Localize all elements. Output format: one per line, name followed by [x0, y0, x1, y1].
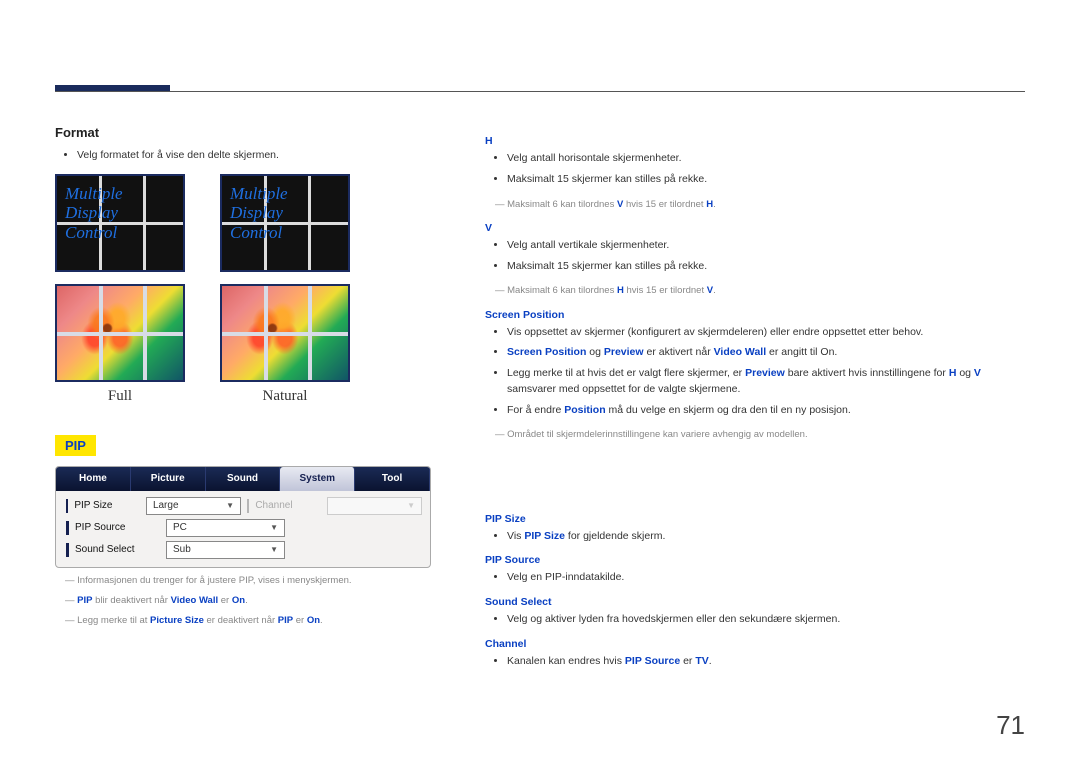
format-desc: Velg formatet for å vise den delte skjer… — [77, 148, 445, 164]
pip-heading: PIP — [55, 435, 96, 456]
tab-system[interactable]: System — [280, 467, 355, 491]
list-item: Vis PIP Size for gjeldende skjerm. — [507, 529, 1025, 545]
header-rule — [55, 91, 1025, 92]
format-figure-row: Multiple Display Control Full Multiple — [55, 174, 445, 405]
row-indicator-icon — [66, 543, 69, 557]
flower-box-natural — [220, 284, 350, 382]
heading-pip-size: PIP Size — [485, 513, 1025, 525]
footnote: PIP blir deaktivert når Video Wall er On… — [55, 594, 445, 608]
list-item: Maksimalt 15 skjermer kan stilles på rek… — [507, 259, 1025, 275]
list-item: For å endre Position må du velge en skje… — [507, 403, 1025, 419]
footnote: Maksimalt 6 kan tilordnes H hvis 15 er t… — [485, 284, 1025, 298]
row-label: PIP Source — [75, 522, 160, 533]
list-item: Velg en PIP-inndatakilde. — [507, 570, 1025, 586]
left-column: Format Velg formatet for å vise den delt… — [55, 125, 445, 680]
heading-h: H — [485, 135, 1025, 147]
tab-sound[interactable]: Sound — [206, 467, 281, 491]
list-item: Legg merke til at hvis det er valgt fler… — [507, 366, 1025, 398]
row-indicator-icon — [66, 521, 69, 535]
list-item: Screen Position og Preview er aktivert n… — [507, 345, 1025, 361]
label-natural: Natural — [263, 388, 308, 405]
tab-tool[interactable]: Tool — [355, 467, 430, 491]
flower-box-full — [55, 284, 185, 382]
page-number: 71 — [996, 710, 1025, 741]
heading-screen-position: Screen Position — [485, 309, 1025, 321]
tab-picture[interactable]: Picture — [131, 467, 206, 491]
list-item: Velg antall horisontale skjermenheter. — [507, 151, 1025, 167]
channel-select: ▼ — [327, 497, 422, 515]
footnote: Informasjonen du trenger for å justere P… — [55, 574, 445, 588]
heading-pip-source: PIP Source — [485, 554, 1025, 566]
pip-size-select[interactable]: Large▼ — [146, 497, 241, 515]
right-column: H Velg antall horisontale skjermenheter.… — [485, 125, 1025, 680]
list-item: Velg og aktiver lyden fra hovedskjermen … — [507, 612, 1025, 628]
display-box-full: Multiple Display Control — [55, 174, 185, 272]
chevron-down-icon: ▼ — [270, 545, 278, 554]
chevron-down-icon: ▼ — [407, 501, 415, 510]
footnote: Legg merke til at Picture Size er deakti… — [55, 614, 445, 628]
heading-v: V — [485, 222, 1025, 234]
heading-sound-select: Sound Select — [485, 596, 1025, 608]
list-item: Vis oppsettet av skjermer (konfigurert a… — [507, 325, 1025, 341]
row-indicator-icon — [247, 499, 249, 513]
display-box-natural: Multiple Display Control — [220, 174, 350, 272]
footnote: Området til skjermdelerinnstillingene ka… — [485, 428, 1025, 442]
label-full: Full — [108, 388, 132, 405]
row-label: Sound Select — [75, 544, 160, 555]
row-indicator-icon — [66, 499, 68, 513]
display-box-text: Multiple Display Control — [65, 184, 123, 243]
chevron-down-icon: ▼ — [226, 501, 234, 510]
sound-select-select[interactable]: Sub▼ — [166, 541, 285, 559]
list-item: Kanalen kan endres hvis PIP Source er TV… — [507, 654, 1025, 670]
format-heading: Format — [55, 125, 445, 140]
chevron-down-icon: ▼ — [270, 523, 278, 532]
list-item: Velg antall vertikale skjermenheter. — [507, 238, 1025, 254]
heading-channel: Channel — [485, 638, 1025, 650]
menu-tabs: Home Picture Sound System Tool — [56, 467, 430, 491]
display-box-text: Multiple Display Control — [230, 184, 288, 243]
row-label: PIP Size — [74, 500, 140, 511]
format-list: Velg formatet for å vise den delte skjer… — [55, 148, 445, 164]
figure-full: Multiple Display Control Full — [55, 174, 185, 405]
pip-source-select[interactable]: PC▼ — [166, 519, 285, 537]
row-label-disabled: Channel — [255, 500, 321, 511]
figure-natural: Multiple Display Control Natural — [220, 174, 350, 405]
pip-menu-screenshot: Home Picture Sound System Tool PIP Size … — [55, 466, 431, 568]
tab-home[interactable]: Home — [56, 467, 131, 491]
footnote: Maksimalt 6 kan tilordnes V hvis 15 er t… — [485, 198, 1025, 212]
list-item: Maksimalt 15 skjermer kan stilles på rek… — [507, 172, 1025, 188]
